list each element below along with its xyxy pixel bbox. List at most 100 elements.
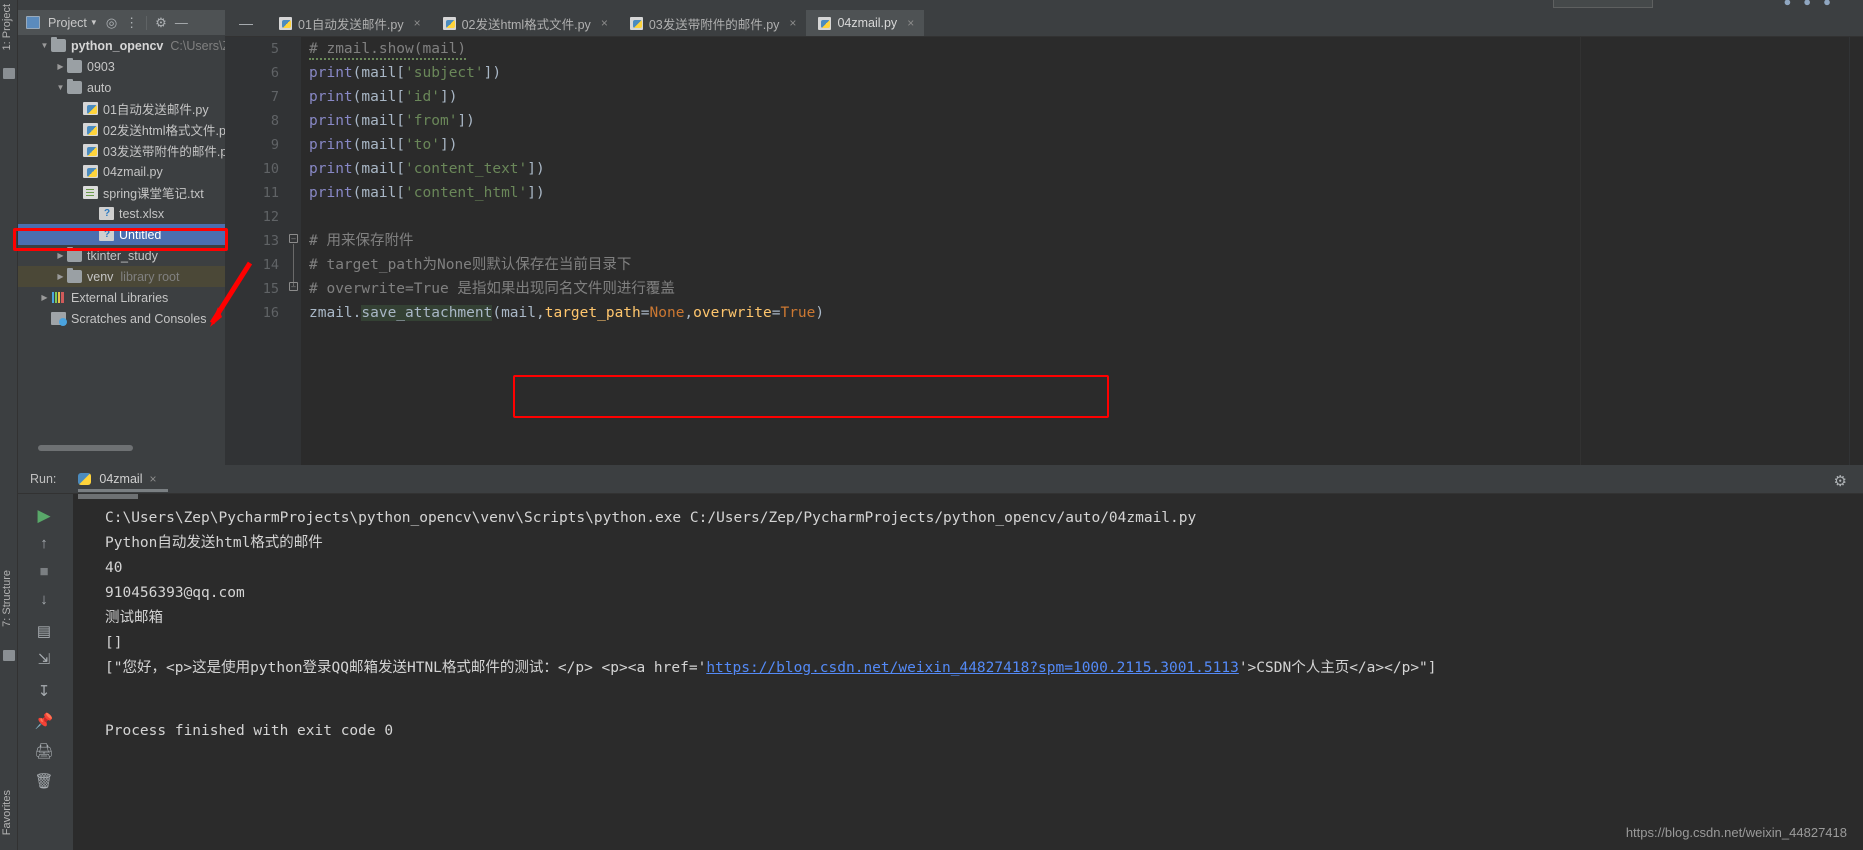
rerun-up-icon[interactable]: ↑ [34, 534, 54, 554]
py-icon [83, 144, 98, 157]
tree-expand-arrow-icon[interactable] [54, 251, 67, 260]
code-line-12[interactable] [301, 205, 1863, 229]
console-line-6: ["您好，<p>这是使用python登录QQ邮箱发送HTNL格式邮件的测试：</… [105, 656, 1863, 681]
run-tab-04zmail[interactable]: 04zmail × [78, 472, 169, 492]
editor-tab-1[interactable]: 02发送html格式文件.py × [431, 10, 618, 36]
fold-marker-icon[interactable]: – [289, 282, 298, 291]
tree-item-7[interactable]: spring课堂笔记.txt [18, 182, 225, 203]
clear-all-icon[interactable]: 🗑 [34, 772, 54, 792]
code-line-6[interactable]: print(mail['subject']) [301, 61, 1863, 85]
editor-error-stripe[interactable] [1849, 37, 1863, 465]
tree-expand-arrow-icon[interactable] [54, 83, 67, 92]
hide-panel-icon[interactable]: — [175, 15, 188, 30]
project-tree[interactable]: python_opencv C:\Users\Z 0903 auto 01自动发送邮件.… [18, 35, 230, 445]
collapse-all-icon[interactable]: ⋮ [125, 15, 138, 31]
code-punctuation: ]) [527, 161, 545, 177]
close-icon[interactable]: × [414, 16, 421, 30]
toolbar-icon-group[interactable]: ●●● [1783, 0, 1843, 9]
tree-item-label: 01自动发送邮件.py [103, 103, 209, 117]
settings-gear-icon[interactable]: ⚙ [1834, 472, 1847, 490]
code-text-area[interactable]: # zmail.show(mail) print(mail['subject'])… [301, 37, 1863, 465]
editor-tab-2[interactable]: 03发送带附件的邮件.py × [618, 10, 807, 36]
tree-item-4[interactable]: 02发送html格式文件.p [18, 119, 226, 140]
structure-rail-icon[interactable] [3, 650, 15, 661]
code-line-9[interactable]: print(mail['to']) [301, 133, 1863, 157]
code-line-16[interactable]: zmail.save_attachment(mail,target_path=N… [301, 301, 1863, 325]
watermark-text: https://blog.csdn.net/weixin_44827418 [1625, 825, 1847, 840]
scroll-to-end-icon[interactable]: ↧ [34, 682, 54, 702]
code-line-14[interactable]: # target_path为None则默认保存在当前目录下 [301, 253, 1863, 277]
line-number: 7 [270, 89, 279, 105]
tree-item-label: 03发送带附件的邮件.p [103, 145, 228, 159]
console-line-7 [105, 681, 1863, 719]
code-function-name: print [309, 89, 353, 105]
tree-expand-arrow-icon[interactable] [38, 41, 51, 50]
tree-item-1[interactable]: 0903 [18, 56, 225, 77]
console-scrollbar[interactable] [78, 494, 138, 499]
rail-button-favorites[interactable]: Favorites [1, 790, 13, 835]
run-icon[interactable]: ▶ [34, 506, 54, 526]
code-folding-column[interactable]: – – [287, 37, 301, 465]
tree-item-label: test.xlsx [119, 206, 165, 221]
close-icon[interactable]: × [789, 16, 796, 30]
editor-tab-3[interactable]: 04zmail.py × [806, 10, 925, 36]
rail-button-project[interactable]: 1: Project [1, 4, 13, 50]
hide-editor-tabs-icon[interactable]: — [225, 10, 267, 36]
show-history-icon[interactable]: ⇲ [34, 650, 54, 670]
settings-gear-icon[interactable]: ⚙ [155, 15, 167, 31]
code-line-8[interactable]: print(mail['from']) [301, 109, 1863, 133]
tree-item-3[interactable]: 01自动发送邮件.py [18, 98, 225, 119]
tree-item-2[interactable]: auto [18, 77, 225, 98]
run-console-output[interactable]: C:\Users\Zep\PycharmProjects\python_open… [73, 494, 1863, 850]
editor-tab-0[interactable]: 01自动发送邮件.py × [267, 10, 431, 36]
chevron-down-icon[interactable]: ▼ [90, 18, 98, 27]
tree-expand-arrow-icon[interactable] [38, 293, 51, 302]
tree-item-8[interactable]: test.xlsx [18, 203, 225, 224]
run-side-toolbar[interactable]: ▶ ↑ ■ ↓ ▤ ⇲ ↧ 📌 🖨 🗑 [18, 494, 73, 850]
lib-icon [51, 291, 66, 304]
project-panel-title[interactable]: Project [48, 16, 87, 30]
tree-item-9[interactable]: Untitled [18, 224, 225, 245]
console-line-8: Process finished with exit code 0 [105, 723, 394, 739]
fold-marker-icon[interactable]: – [289, 234, 298, 243]
code-line-7[interactable]: print(mail['id']) [301, 85, 1863, 109]
code-punctuation: , [684, 305, 694, 321]
editor-tabbar[interactable]: — 01自动发送邮件.py × 02发送html格式文件.py × 03发送带附件的邮件… [225, 10, 1863, 37]
fold-region-line [293, 244, 294, 286]
run-configuration-box[interactable] [1553, 0, 1653, 8]
pin-icon[interactable]: 📌 [34, 712, 54, 732]
code-function-name: print [309, 65, 353, 81]
code-editor[interactable]: 5 6 7 8 9 10 11 12 13 14 15 16 – – # zmail.show(mai… [225, 37, 1863, 465]
tree-item-0[interactable]: python_opencv C:\Users\Z [18, 35, 230, 56]
code-line-13[interactable]: # 用来保存附件 [301, 229, 1863, 253]
line-number: 10 [262, 161, 279, 177]
locate-icon[interactable]: ◎ [106, 15, 117, 31]
project-rail-icon[interactable] [3, 68, 15, 79]
scroll-down-icon[interactable]: ↓ [34, 590, 54, 610]
console-line-3: 910456393@qq.com [105, 585, 245, 601]
editor-gutter[interactable]: 5 6 7 8 9 10 11 12 13 14 15 16 [225, 37, 287, 465]
annotation-arrow [209, 261, 253, 327]
close-icon[interactable]: × [601, 16, 608, 30]
code-line-15[interactable]: # overwrite=True 是指如果出现同名文件则进行覆盖 [301, 277, 1863, 301]
close-icon[interactable]: × [907, 16, 914, 30]
tree-item-6[interactable]: 04zmail.py [18, 161, 225, 182]
console-hyperlink[interactable]: https://blog.csdn.net/weixin_44827418?sp… [706, 660, 1239, 676]
close-icon[interactable]: × [149, 472, 156, 486]
tree-item-5[interactable]: 03发送带附件的邮件.p [18, 140, 228, 161]
tree-expand-arrow-icon[interactable] [54, 272, 67, 281]
tree-expand-arrow-icon[interactable] [54, 62, 67, 71]
tree-item-label: Untitled [119, 227, 162, 242]
code-function-name: print [309, 161, 353, 177]
code-punctuation: (mail[ [352, 185, 406, 201]
tree-item-label: venv [87, 269, 114, 284]
soft-wrap-icon[interactable]: ▤ [34, 622, 54, 642]
code-line-5[interactable]: # zmail.show(mail) [301, 37, 1863, 61]
code-line-10[interactable]: print(mail['content_text']) [301, 157, 1863, 181]
stop-icon[interactable]: ■ [34, 562, 54, 582]
rail-button-structure[interactable]: 7: Structure [1, 570, 13, 627]
project-tree-hscrollbar[interactable] [38, 445, 133, 451]
print-icon[interactable]: 🖨 [34, 742, 54, 762]
run-panel-title: Run: [30, 472, 57, 486]
code-line-11[interactable]: print(mail['content_html']) [301, 181, 1863, 205]
